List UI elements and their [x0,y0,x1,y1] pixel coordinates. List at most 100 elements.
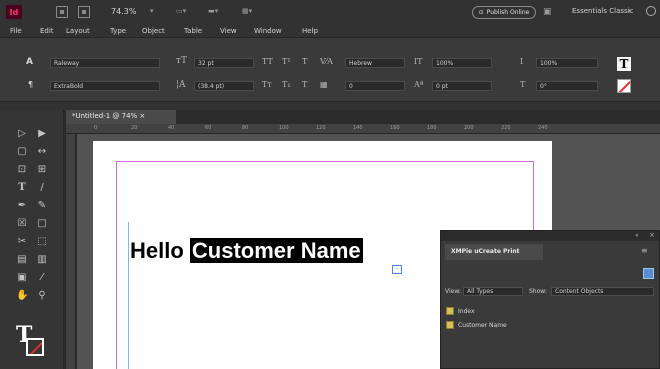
panel-collapse-bar [0,102,660,110]
skew-field[interactable]: 0° [536,81,598,91]
show-select[interactable]: Content Objects [551,287,654,296]
menu-edit[interactable]: Edit [40,27,54,35]
baseline-shift-field[interactable]: 0 pt [432,81,492,91]
text-frame-out-port-icon[interactable]: ◦ [392,265,402,274]
baseline-shift-icon: Aª [414,80,424,89]
all-caps-icon[interactable]: TT [262,57,273,66]
list-item[interactable]: Customer Name [446,320,507,330]
stroke-swatch-icon[interactable] [26,338,44,356]
list-item-label: Index [458,307,475,315]
bridge-icon[interactable] [56,6,68,18]
list-item[interactable]: Index [446,306,475,316]
small-caps-icon[interactable]: Tт [262,80,272,89]
list-item-label: Customer Name [458,321,507,329]
gradient-swatch-tool-icon[interactable]: ▤ [16,254,28,266]
subscript-icon[interactable]: T₁ [282,80,291,89]
close-panel-icon[interactable]: × [649,231,655,239]
font-style-field[interactable]: ExtraBold [50,81,160,91]
gap-tool-icon[interactable]: ↔ [36,146,48,158]
menu-help[interactable]: Help [302,27,318,35]
zoom-dropdown-icon[interactable]: ▾ [150,7,154,15]
none-swatch-icon[interactable] [617,79,631,93]
selection-tool-icon[interactable]: ▷ [16,128,28,140]
ruler-tick: 100 [279,125,289,131]
horizontal-scale-icon: I [520,57,524,66]
stock-icon[interactable] [78,6,90,18]
application-bar: Id 74.3% ▾ ▭▾ ▬▾ ▦▾ ⊙ Publish Online ▣ E… [0,0,660,24]
ruler-tick: 20 [131,125,138,131]
menu-object[interactable]: Object [142,27,165,35]
rectangle-frame-tool-icon[interactable]: ☒ [16,218,28,230]
horizontal-ruler[interactable] [66,124,660,134]
menu-view[interactable]: View [220,27,237,35]
view-options-icon[interactable]: ▭▾ [176,7,186,15]
publish-icon: ⊙ [478,9,484,16]
leading-icon: ¦A [176,80,186,90]
search-icon[interactable] [646,6,656,16]
type-tool-icon[interactable]: T [16,182,28,194]
paragraph-formatting-icon[interactable]: ¶ [28,80,33,89]
page-tool-icon[interactable]: ▢ [16,146,28,158]
workspace-dropdown-icon[interactable]: ▾ [628,7,632,15]
skew-icon: T [520,80,526,89]
menu-table[interactable]: Table [184,27,202,35]
zoom-level[interactable]: 74.3% [111,7,136,16]
horizontal-scale-field[interactable]: 100% [536,58,598,68]
font-family-field[interactable]: Raleway [50,58,160,68]
panel-header-bar[interactable]: « × [441,231,659,241]
tracking-field[interactable]: 0 [345,81,405,91]
gradient-feather-tool-icon[interactable]: ▥ [36,254,48,266]
line-tool-icon[interactable]: / [36,182,48,194]
menu-type[interactable]: Type [110,27,126,35]
eyedropper-tool-icon[interactable]: ⁄ [36,272,48,284]
zoom-tool-icon[interactable]: ⚲ [36,290,48,302]
ruler-tick: 120 [316,125,326,131]
collapse-panel-icon[interactable]: « [635,232,639,239]
leading-field[interactable]: (38.4 pt) [194,81,254,91]
note-tool-icon[interactable]: ▣ [16,272,28,284]
ruler-tick: 160 [390,125,400,131]
content-placer-icon[interactable]: ⊞ [36,164,48,176]
ruler-tick: 60 [205,125,212,131]
direct-selection-tool-icon[interactable]: ▶ [36,128,48,140]
rectangle-tool-icon[interactable]: □ [36,218,48,230]
document-tab[interactable]: *Untitled-1 @ 74% × [66,110,176,124]
selected-text-customer-name[interactable]: Customer Name [189,238,363,263]
content-object-icon [446,307,454,315]
kerning-field[interactable]: Hebrew [345,58,405,68]
workspace-switcher[interactable]: Essentials Classic [572,7,633,15]
vertical-ruler[interactable] [66,134,76,369]
panel-tab-xmpie[interactable]: XMPie uCreate Print [445,244,543,260]
text-fill-swatch-icon[interactable]: T [617,57,631,71]
pencil-tool-icon[interactable]: ✎ [36,200,48,212]
superscript-icon[interactable]: T¹ [282,57,291,66]
menu-window[interactable]: Window [254,27,282,35]
menu-file[interactable]: File [10,27,22,35]
tracking-icon: ▦ [320,80,328,89]
menu-layout[interactable]: Layout [66,27,90,35]
panel-menu-icon[interactable]: ≡ [641,246,648,255]
ruler-tick: 180 [427,125,437,131]
underline-icon[interactable]: T [302,57,307,66]
vertical-scale-field[interactable]: 100% [432,58,492,68]
indesign-logo: Id [6,5,22,19]
content-collector-icon[interactable]: ⊡ [16,164,28,176]
kerning-icon: V⁄A [320,57,333,66]
free-transform-tool-icon[interactable]: ⬚ [36,236,48,248]
panel-action-icon[interactable] [643,268,654,279]
xmpie-panel: « × XMPie uCreate Print ≡ View: All Type… [440,230,660,369]
publish-online-button[interactable]: ⊙ Publish Online [472,6,536,19]
screen-mode-icon[interactable]: ▬▾ [208,7,218,15]
font-size-field[interactable]: 32 pt [194,58,254,68]
view-select[interactable]: All Types [463,287,523,296]
arrange-documents-icon[interactable]: ▦▾ [242,7,252,15]
character-formatting-icon[interactable]: A [26,57,33,67]
hand-tool-icon[interactable]: ✋ [16,290,28,302]
strikethrough-icon[interactable]: T [302,80,307,89]
cc-libraries-icon[interactable]: ▣ [543,7,552,17]
document-text[interactable]: Hello Customer Name [130,238,363,264]
scissors-tool-icon[interactable]: ✂ [16,236,28,248]
pen-tool-icon[interactable]: ✒ [16,200,28,212]
hello-text[interactable]: Hello [130,238,184,263]
ruler-tick: 80 [242,125,249,131]
